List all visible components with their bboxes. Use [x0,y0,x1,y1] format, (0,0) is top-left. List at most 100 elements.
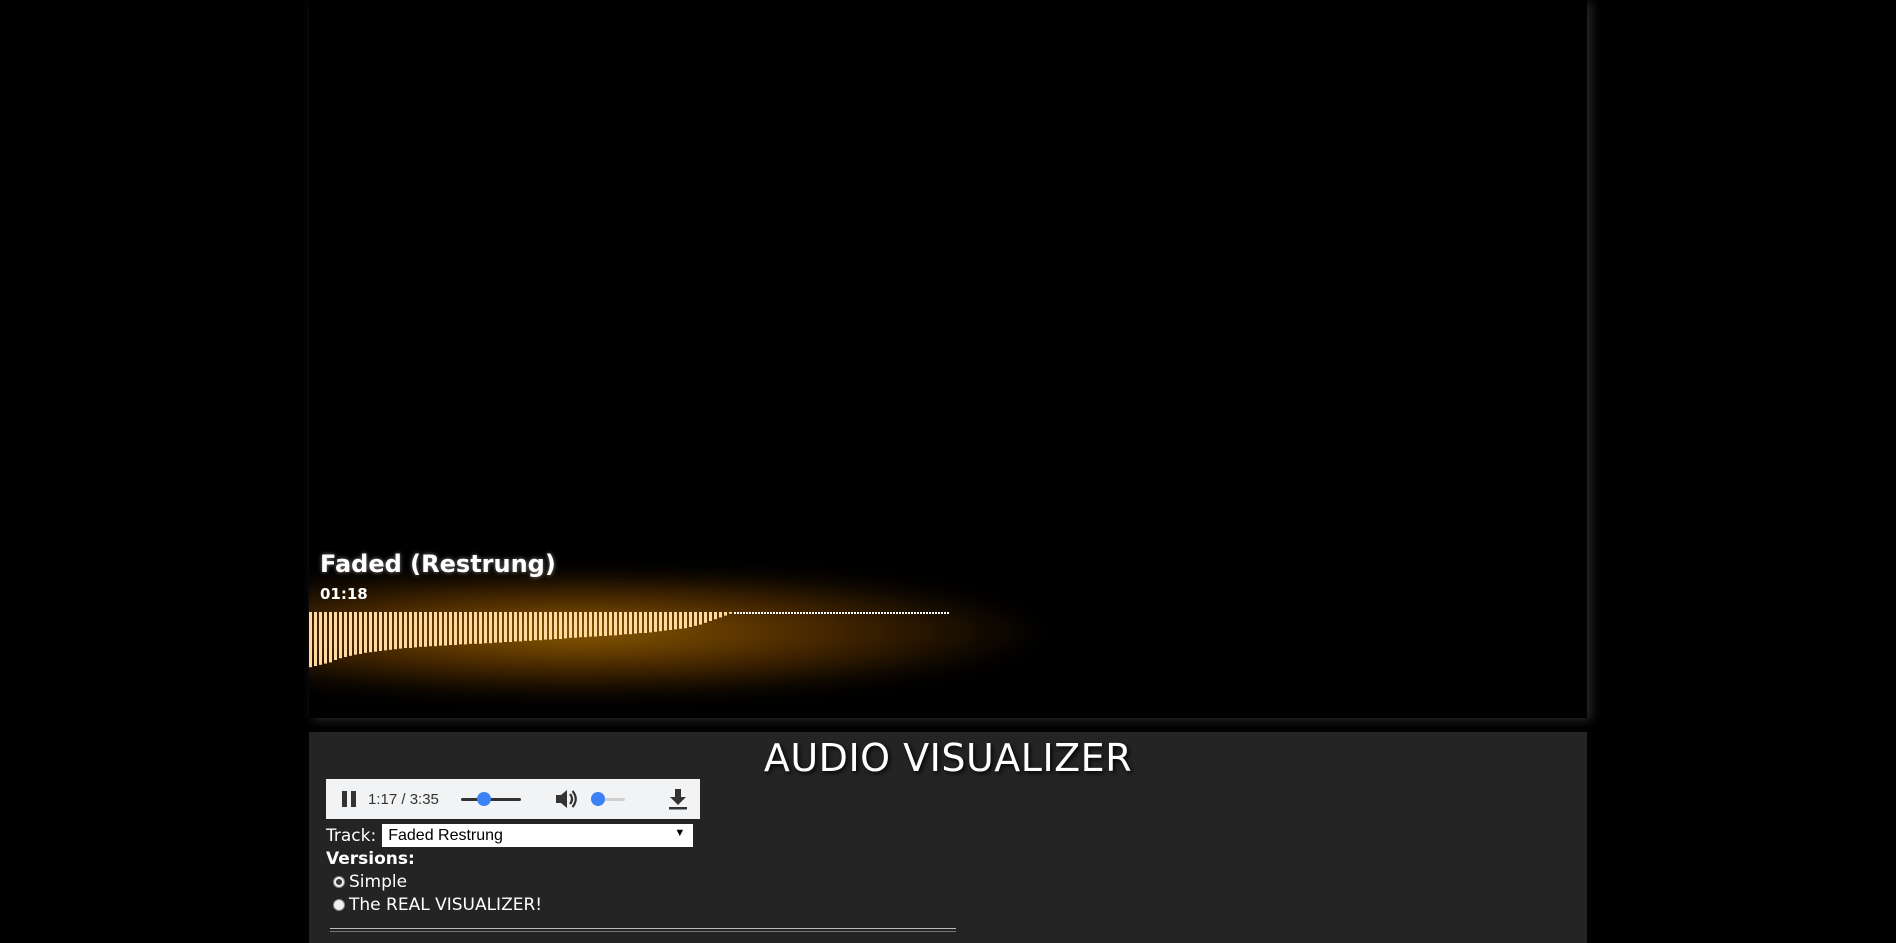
waveform-tail-dot [821,612,823,614]
waveform-bar [579,612,582,638]
waveform-tail-dot [734,612,736,614]
waveform-bar [609,612,612,636]
waveform-tail-dot [923,612,925,614]
visualizer-canvas: Faded (Restrung) 01:18 [309,0,1587,718]
waveform-tail-dot [884,612,886,614]
waveform-tail-dot [941,612,943,614]
waveform-bar [429,612,432,647]
waveform-bar [594,612,597,637]
waveform-bar [339,612,342,659]
download-button[interactable] [666,787,690,811]
waveform-tail-dot [818,612,820,614]
track-select[interactable]: Faded Restrung ▼ [382,824,694,847]
waveform-tail-dot [785,612,787,614]
waveform-bar [574,612,577,638]
waveform-bar [489,612,492,644]
waveform-tail-dot [827,612,829,614]
waveform-bar [394,612,397,650]
waveform-tail-dot [833,612,835,614]
waveform-tail-dot [758,612,760,614]
waveform-bar [544,612,547,640]
waveform-tail-dot [806,612,808,614]
waveform-bar [354,612,357,655]
waveform-bar [424,612,427,647]
waveform-bar [644,612,647,633]
seek-knob[interactable] [477,792,492,806]
waveform-bar [314,612,317,666]
pause-button[interactable] [338,788,360,810]
waveform-bar [439,612,442,646]
waveform-tail-dot [902,612,904,614]
waveform-tail-dot [839,612,841,614]
waveform-tail-dot [860,612,862,614]
waveform-tail-dot [890,612,892,614]
waveform-bar [709,612,712,621]
waveform-bar [659,612,662,632]
waveform-tail-dot [893,612,895,614]
waveform-bar [364,612,367,653]
control-panel: AUDIO VISUALIZER 1:17 / 3:35 Track: Fade… [309,732,1587,943]
waveform-bar [324,612,327,664]
waveform-tail-dot [740,612,742,614]
versions-label: Versions: [326,849,415,869]
waveform-bar [654,612,657,632]
waveform-bar [374,612,377,652]
waveform-bar [534,612,537,641]
waveform-tail-dot [944,612,946,614]
waveform-tail-dot [878,612,880,614]
waveform-bar [414,612,417,648]
version-option-real[interactable]: The REAL VISUALIZER! [333,895,542,915]
waveform-bar [369,612,372,653]
waveform-tail-dot [857,612,859,614]
waveform-bar [334,612,337,660]
waveform-tail-dot [803,612,805,614]
waveform-tail-dot [824,612,826,614]
waveform-bar [634,612,637,634]
waveform-bar [454,612,457,645]
waveform [309,612,949,668]
waveform-tail-dot [773,612,775,614]
waveform-tail-dot [749,612,751,614]
waveform-bar [719,612,722,618]
waveform-bar [389,612,392,650]
radio-simple[interactable] [333,876,345,888]
waveform-tail-dot [767,612,769,614]
waveform-bar [639,612,642,633]
radio-real-visualizer[interactable] [333,899,345,911]
volume-button[interactable] [553,786,579,812]
seek-slider[interactable] [460,789,521,809]
version-option-simple[interactable]: Simple [333,872,407,892]
waveform-bar [529,612,532,641]
waveform-bar [509,612,512,642]
waveform-tail-dot [779,612,781,614]
waveform-tail-dot [812,612,814,614]
waveform-tail-dot [842,612,844,614]
waveform-tail-dot [905,612,907,614]
waveform-bar [559,612,562,639]
waveform-tail-dot [815,612,817,614]
waveform-tail-dot [908,612,910,614]
waveform-bar [519,612,522,642]
waveform-bar [469,612,472,644]
waveform-bar [704,612,707,623]
track-select-value: Faded Restrung [388,826,503,844]
waveform-tail-dot [854,612,856,614]
waveform-bar [449,612,452,645]
waveform-bar [419,612,422,647]
waveform-bar [619,612,622,635]
waveform-bar [664,612,667,631]
version-option-label: The REAL VISUALIZER! [349,895,543,915]
waveform-tail-dot [770,612,772,614]
waveform-tail-dot [809,612,811,614]
waveform-bar [359,612,362,654]
waveform-bar [499,612,502,643]
waveform-tail-dot [800,612,802,614]
waveform-bar [614,612,617,636]
waveform-bar [504,612,507,642]
waveform-bar [514,612,517,642]
waveform-bar [524,612,527,641]
waveform-bar [399,612,402,649]
waveform-bar [629,612,632,635]
volume-slider[interactable] [590,789,625,809]
volume-knob[interactable] [590,792,605,806]
